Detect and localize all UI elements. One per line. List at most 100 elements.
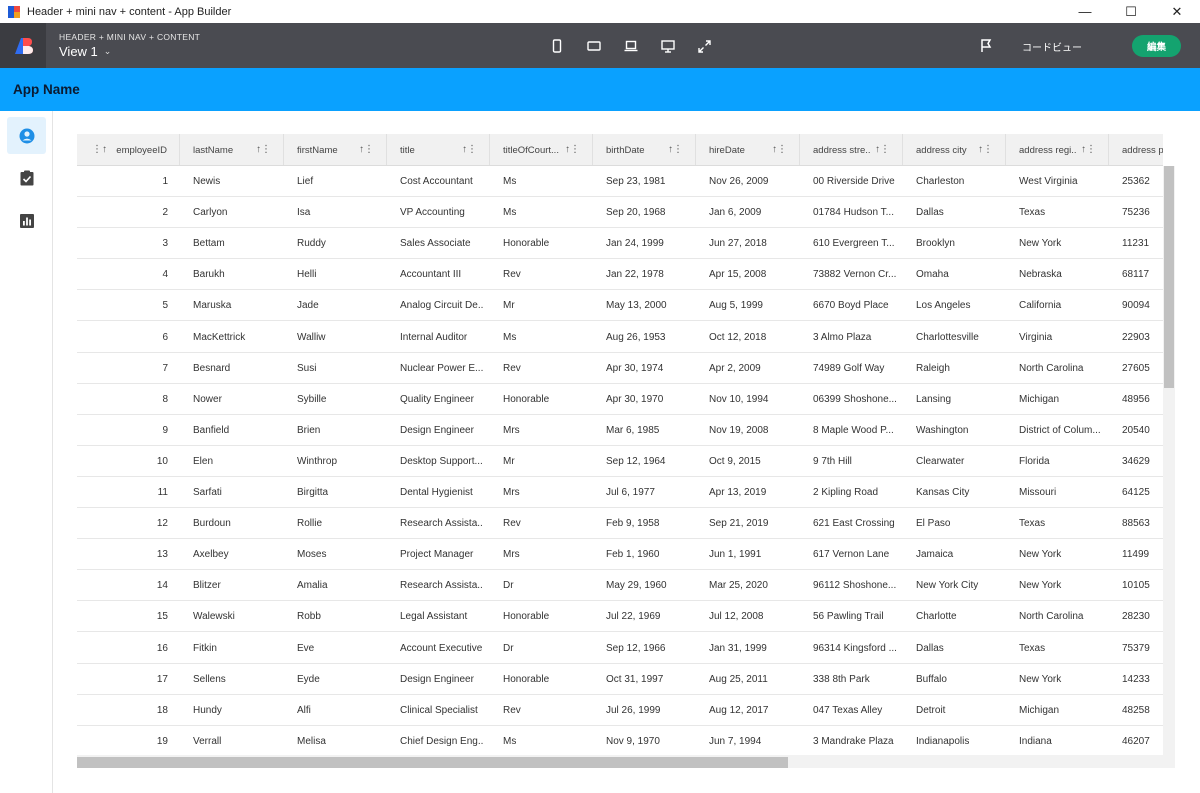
table-cell[interactable]: 17 xyxy=(77,664,168,695)
table-cell[interactable]: Rollie xyxy=(297,508,380,539)
table-cell[interactable]: MacKettrick xyxy=(193,322,277,353)
table-cell[interactable]: Omaha xyxy=(916,259,999,290)
table-cell[interactable]: 10 xyxy=(77,446,168,477)
table-cell[interactable]: Virginia xyxy=(1019,322,1102,353)
table-cell[interactable]: Newis xyxy=(193,166,277,197)
edit-button[interactable]: 編集 xyxy=(1132,35,1181,57)
table-cell[interactable]: 8 Maple Wood P... xyxy=(813,415,896,446)
table-row[interactable]: 5 Maruska Jade Analog Circuit De... Mr May 13… xyxy=(77,290,1163,322)
column-menu-icon[interactable]: ⋮ xyxy=(92,144,102,155)
table-cell[interactable]: 20540 xyxy=(1122,415,1162,446)
table-cell[interactable]: Eve xyxy=(297,633,380,664)
table-cell[interactable]: 25362 xyxy=(1122,166,1162,197)
table-cell[interactable]: 6 xyxy=(77,322,168,353)
table-cell[interactable]: Sep 12, 1966 xyxy=(606,633,689,664)
column-header[interactable]: ↑ ⋮ address stre... xyxy=(800,134,903,165)
table-cell[interactable]: Charleston xyxy=(916,166,999,197)
table-cell[interactable]: 6670 Boyd Place xyxy=(813,290,896,321)
table-cell[interactable]: 11 xyxy=(77,477,168,508)
table-cell[interactable]: West Virginia xyxy=(1019,166,1102,197)
table-cell[interactable]: 4 xyxy=(77,259,168,290)
table-cell[interactable]: Rev xyxy=(503,695,586,726)
table-cell[interactable]: Nov 19, 2008 xyxy=(709,415,793,446)
table-cell[interactable]: Apr 30, 1974 xyxy=(606,353,689,384)
column-menu-icon[interactable]: ⋮ xyxy=(364,144,374,155)
table-cell[interactable]: Mrs xyxy=(503,415,586,446)
table-cell[interactable]: Jan 24, 1999 xyxy=(606,228,689,259)
table-cell[interactable]: Accountant III xyxy=(400,259,483,290)
table-cell[interactable]: Barukh xyxy=(193,259,277,290)
column-header[interactable]: ↑ ⋮ firstName xyxy=(284,134,387,165)
table-row[interactable]: 18 Hundy Alfi Clinical Specialist Rev Jul 26,… xyxy=(77,695,1163,726)
table-cell[interactable]: Susi xyxy=(297,353,380,384)
table-cell[interactable]: 18 xyxy=(77,695,168,726)
table-cell[interactable]: 9 7th Hill xyxy=(813,446,896,477)
table-cell[interactable]: Lief xyxy=(297,166,380,197)
table-cell[interactable]: Legal Assistant xyxy=(400,601,483,632)
table-cell[interactable]: Sybille xyxy=(297,384,380,415)
vertical-scrollbar[interactable] xyxy=(1163,166,1175,755)
table-cell[interactable]: Mr xyxy=(503,290,586,321)
table-cell[interactable]: 74989 Golf Way xyxy=(813,353,896,384)
table-cell[interactable]: Research Assista... xyxy=(400,508,483,539)
table-cell[interactable]: Oct 9, 2015 xyxy=(709,446,793,477)
table-cell[interactable]: Jamaica xyxy=(916,539,999,570)
table-cell[interactable]: 75236 xyxy=(1122,197,1162,228)
table-row[interactable]: 3 Bettam Ruddy Sales Associate Honorable Jan … xyxy=(77,228,1163,260)
table-cell[interactable]: Nov 9, 1970 xyxy=(606,726,689,755)
table-cell[interactable]: Feb 1, 1960 xyxy=(606,539,689,570)
view-selector[interactable]: View 1 ⌄ xyxy=(59,44,111,59)
table-cell[interactable]: 06399 Shoshone... xyxy=(813,384,896,415)
table-cell[interactable]: 10105 xyxy=(1122,570,1162,601)
table-row[interactable]: 17 Sellens Eyde Design Engineer Honorable Oct… xyxy=(77,664,1163,695)
column-header[interactable]: address po xyxy=(1109,134,1163,165)
table-cell[interactable]: Raleigh xyxy=(916,353,999,384)
table-cell[interactable]: Elen xyxy=(193,446,277,477)
table-cell[interactable]: Fitkin xyxy=(193,633,277,664)
table-cell[interactable]: 27605 xyxy=(1122,353,1162,384)
table-cell[interactable]: Indiana xyxy=(1019,726,1102,755)
table-cell[interactable]: Amalia xyxy=(297,570,380,601)
table-cell[interactable]: Chief Design Eng... xyxy=(400,726,483,755)
table-cell[interactable]: Jan 6, 2009 xyxy=(709,197,793,228)
column-menu-icon[interactable]: ⋮ xyxy=(467,144,477,155)
column-header[interactable]: ⋮ ↑ employeeID xyxy=(77,134,180,165)
nav-item-account[interactable] xyxy=(7,117,46,154)
table-cell[interactable]: Hundy xyxy=(193,695,277,726)
table-cell[interactable]: Ms xyxy=(503,322,586,353)
table-cell[interactable]: 13 xyxy=(77,539,168,570)
table-cell[interactable]: Los Angeles xyxy=(916,290,999,321)
table-cell[interactable]: 047 Texas Alley xyxy=(813,695,896,726)
column-menu-icon[interactable]: ⋮ xyxy=(673,144,683,155)
table-cell[interactable]: Ruddy xyxy=(297,228,380,259)
table-cell[interactable]: New York xyxy=(1019,228,1102,259)
table-cell[interactable]: 48956 xyxy=(1122,384,1162,415)
table-cell[interactable]: Kansas City xyxy=(916,477,999,508)
nav-item-tasks[interactable] xyxy=(7,159,46,196)
table-cell[interactable]: Feb 9, 1958 xyxy=(606,508,689,539)
nav-item-reports[interactable] xyxy=(7,202,46,239)
table-cell[interactable]: Rev xyxy=(503,259,586,290)
table-cell[interactable]: Apr 30, 1970 xyxy=(606,384,689,415)
table-cell[interactable]: Indianapolis xyxy=(916,726,999,755)
table-cell[interactable]: 617 Vernon Lane xyxy=(813,539,896,570)
table-cell[interactable]: 16 xyxy=(77,633,168,664)
table-cell[interactable]: Charlottesville xyxy=(916,322,999,353)
table-cell[interactable]: 11499 xyxy=(1122,539,1162,570)
table-cell[interactable]: Quality Engineer xyxy=(400,384,483,415)
maximize-button[interactable]: ☐ xyxy=(1108,0,1154,23)
table-cell[interactable]: Jade xyxy=(297,290,380,321)
table-row[interactable]: 19 Verrall Melisa Chief Design Eng... Ms Nov … xyxy=(77,726,1163,755)
table-cell[interactable]: Nov 10, 1994 xyxy=(709,384,793,415)
column-header[interactable]: ↑ ⋮ address regi... xyxy=(1006,134,1109,165)
table-cell[interactable]: New York xyxy=(1019,570,1102,601)
table-cell[interactable]: 2 xyxy=(77,197,168,228)
table-cell[interactable]: Jul 22, 1969 xyxy=(606,601,689,632)
table-cell[interactable]: 28230 xyxy=(1122,601,1162,632)
table-cell[interactable]: Sep 21, 2019 xyxy=(709,508,793,539)
table-cell[interactable]: Ms xyxy=(503,726,586,755)
table-cell[interactable]: 90094 xyxy=(1122,290,1162,321)
table-cell[interactable]: Ms xyxy=(503,166,586,197)
table-cell[interactable]: Washington xyxy=(916,415,999,446)
table-cell[interactable]: Jan 22, 1978 xyxy=(606,259,689,290)
